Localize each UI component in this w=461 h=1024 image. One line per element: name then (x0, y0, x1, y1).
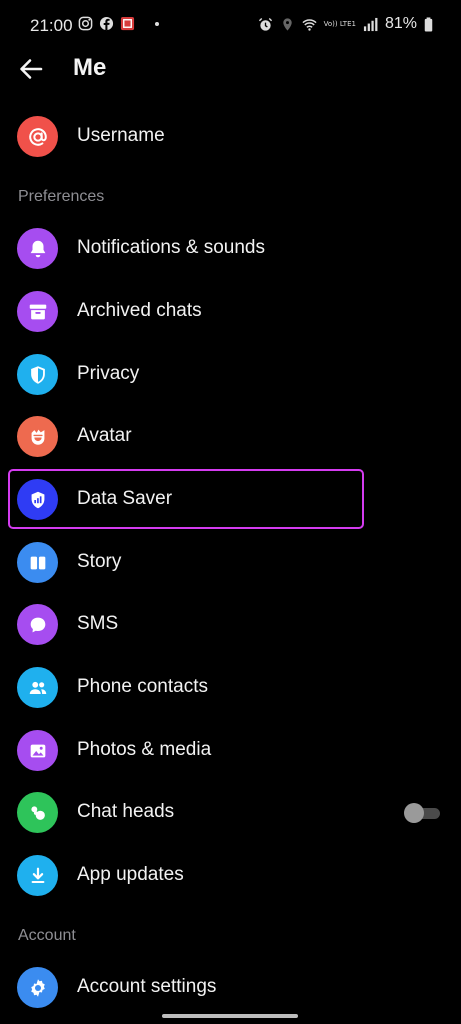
alarm-icon (258, 17, 272, 31)
menu-item-chat-heads[interactable]: Chat heads (0, 782, 461, 844)
menu-item-label: Account settings (77, 976, 217, 997)
image-icon (17, 730, 58, 771)
data-saver-shield-icon (17, 479, 58, 520)
menu-item-label: Avatar (77, 425, 132, 446)
signal-icon (363, 17, 378, 31)
battery-percent: 81% (384, 15, 417, 32)
toggle-knob (404, 803, 424, 823)
at-sign-icon (17, 116, 58, 157)
menu-item-label: Phone contacts (77, 676, 208, 697)
status-bar: 21:00 Vo)) LTE1 81% (0, 0, 461, 50)
menu-item-label: Photos & media (77, 739, 212, 760)
app-notification-icon (120, 16, 135, 31)
menu-item-label: Notifications & sounds (77, 237, 265, 258)
status-time: 21:00 (30, 16, 73, 35)
instagram-icon (78, 16, 93, 31)
menu-item-sms[interactable]: SMS (0, 594, 461, 656)
menu-item-label: Privacy (77, 363, 140, 384)
menu-item-data-saver[interactable]: Data Saver (0, 469, 461, 531)
gear-icon (17, 967, 58, 1008)
menu-item-story[interactable]: Story (0, 532, 461, 594)
archive-box-icon (17, 291, 58, 332)
page-title: Me (73, 54, 107, 81)
menu-item-avatar[interactable]: Avatar (0, 406, 461, 468)
menu-item-phone-contacts[interactable]: Phone contacts (0, 657, 461, 719)
story-icon (17, 542, 58, 583)
menu-item-privacy[interactable]: Privacy (0, 344, 461, 406)
volte-label: Vo)) LTE1 (323, 19, 356, 28)
menu-item-label: App updates (77, 864, 184, 885)
menu-item-account-settings[interactable]: Account settings (0, 957, 461, 1019)
people-icon (17, 667, 58, 708)
download-icon (17, 855, 58, 896)
menu-item-label: Username (77, 125, 165, 146)
header: Me (0, 44, 461, 94)
chat-heads-icon (17, 792, 58, 833)
menu-item-notifications[interactable]: Notifications & sounds (0, 218, 461, 280)
menu-item-archived-chats[interactable]: Archived chats (0, 281, 461, 343)
section-header-account: Account (18, 927, 76, 944)
notification-dot (155, 21, 159, 26)
menu-item-label: SMS (77, 613, 119, 634)
location-icon (282, 17, 292, 31)
menu-item-label: Data Saver (77, 488, 173, 509)
bell-icon (17, 228, 58, 269)
battery-icon (424, 16, 433, 32)
menu-item-label: Story (77, 551, 122, 572)
menu-item-username[interactable]: Username (0, 106, 461, 168)
menu-item-label: Chat heads (77, 801, 175, 822)
menu-item-label: Archived chats (77, 300, 202, 321)
shield-icon (17, 354, 58, 395)
back-arrow-icon[interactable] (18, 56, 44, 82)
menu-item-app-updates[interactable]: App updates (0, 845, 461, 907)
avatar-face-icon (17, 416, 58, 457)
section-header-preferences: Preferences (18, 188, 105, 205)
home-indicator (162, 1014, 298, 1018)
menu-item-photos-media[interactable]: Photos & media (0, 720, 461, 782)
facebook-icon (99, 16, 114, 31)
chat-bubble-icon (17, 604, 58, 645)
chat-heads-toggle[interactable] (404, 803, 440, 823)
wifi-icon (302, 18, 317, 31)
